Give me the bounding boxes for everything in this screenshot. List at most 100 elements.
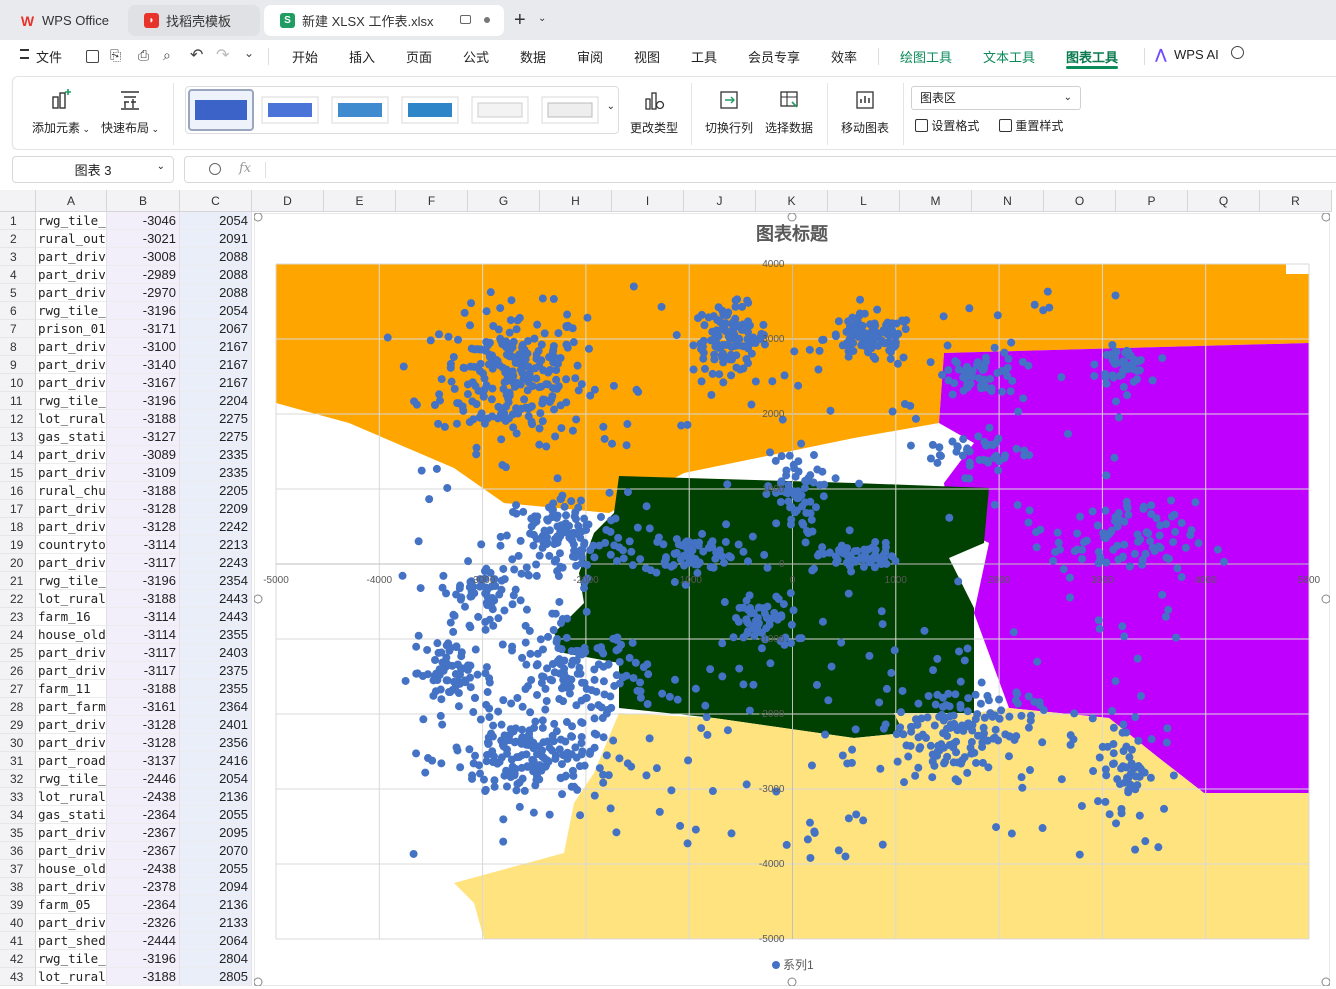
row-header[interactable]: 33 [0, 788, 36, 806]
cell-a[interactable]: countryto [36, 536, 107, 554]
cell-c[interactable]: 2403 [180, 644, 252, 662]
cell-b[interactable]: -2446 [107, 770, 180, 788]
cell-b[interactable]: -2326 [107, 914, 180, 932]
menu-home[interactable]: 开始 [292, 47, 318, 66]
cell-b[interactable]: -2367 [107, 824, 180, 842]
tab-wps-office[interactable]: W WPS Office [4, 5, 124, 36]
column-header-h[interactable]: H [540, 190, 612, 212]
cell-b[interactable]: -3128 [107, 734, 180, 752]
cell-c[interactable]: 2213 [180, 536, 252, 554]
menu-data[interactable]: 数据 [520, 47, 546, 66]
column-header-r[interactable]: R [1260, 190, 1332, 212]
cell-a[interactable]: rwg_tile_ [36, 770, 107, 788]
cell-a[interactable]: part_driv [36, 878, 107, 896]
cell-c[interactable]: 2443 [180, 590, 252, 608]
menu-insert[interactable]: 插入 [349, 47, 375, 66]
column-header-b[interactable]: B [107, 190, 180, 212]
cell-a[interactable]: rwg_tile_ [36, 950, 107, 968]
cell-b[interactable]: -3188 [107, 680, 180, 698]
row-header[interactable]: 37 [0, 860, 36, 878]
cell-a[interactable]: part_road [36, 752, 107, 770]
cell-a[interactable]: house_old [36, 860, 107, 878]
cell-b[interactable]: -3117 [107, 662, 180, 680]
cell-b[interactable]: -2444 [107, 932, 180, 950]
cell-a[interactable]: farm_16 [36, 608, 107, 626]
cell-b[interactable]: -3089 [107, 446, 180, 464]
column-header-p[interactable]: P [1116, 190, 1188, 212]
cell-a[interactable]: rwg_tile_ [36, 212, 107, 230]
cell-a[interactable]: part_driv [36, 446, 107, 464]
cell-b[interactable]: -3196 [107, 392, 180, 410]
row-header[interactable]: 23 [0, 608, 36, 626]
cell-a[interactable]: prison_01 [36, 320, 107, 338]
cell-c[interactable]: 2242 [180, 518, 252, 536]
column-header-c[interactable]: C [180, 190, 252, 212]
cell-b[interactable]: -2378 [107, 878, 180, 896]
row-header[interactable]: 26 [0, 662, 36, 680]
cell-b[interactable]: -2367 [107, 842, 180, 860]
cell-b[interactable]: -3021 [107, 230, 180, 248]
cell-c[interactable]: 2335 [180, 464, 252, 482]
cell-b[interactable]: -3100 [107, 338, 180, 356]
cell-a[interactable]: part_driv [36, 248, 107, 266]
cell-a[interactable]: house_old [36, 626, 107, 644]
cell-b[interactable]: -3127 [107, 428, 180, 446]
cell-b[interactable]: -2364 [107, 806, 180, 824]
quick-layout-button[interactable]: 快速布局 ⌄ [99, 87, 161, 136]
cell-a[interactable]: part_driv [36, 554, 107, 572]
row-header[interactable]: 22 [0, 590, 36, 608]
more-chevron-icon[interactable]: ⌄ [244, 46, 254, 60]
row-header[interactable]: 17 [0, 500, 36, 518]
cell-a[interactable]: part_driv [36, 914, 107, 932]
cell-b[interactable]: -3161 [107, 698, 180, 716]
cell-b[interactable]: -3196 [107, 572, 180, 590]
cell-b[interactable]: -3140 [107, 356, 180, 374]
row-header[interactable]: 34 [0, 806, 36, 824]
row-header[interactable]: 3 [0, 248, 36, 266]
cell-b[interactable]: -3128 [107, 500, 180, 518]
row-header[interactable]: 10 [0, 374, 36, 392]
cell-a[interactable]: gas_stati [36, 806, 107, 824]
cell-a[interactable]: part_driv [36, 824, 107, 842]
row-header[interactable]: 14 [0, 446, 36, 464]
cell-b[interactable]: -3008 [107, 248, 180, 266]
menu-page[interactable]: 页面 [406, 47, 432, 66]
row-header[interactable]: 4 [0, 266, 36, 284]
cell-c[interactable]: 2167 [180, 338, 252, 356]
hamburger-icon[interactable] [20, 49, 29, 59]
cell-c[interactable]: 2375 [180, 662, 252, 680]
row-header[interactable]: 11 [0, 392, 36, 410]
cell-a[interactable]: part_driv [36, 518, 107, 536]
cell-c[interactable]: 2364 [180, 698, 252, 716]
chevron-down-icon[interactable]: ⌄ [538, 13, 546, 24]
cell-a[interactable]: lot_rural [36, 590, 107, 608]
chart-style-thumbnails[interactable] [186, 87, 616, 133]
cell-c[interactable]: 2275 [180, 410, 252, 428]
cell-c[interactable]: 2070 [180, 842, 252, 860]
switch-row-column-button[interactable]: 切换行列 [701, 87, 757, 136]
tab-spreadsheet[interactable]: S 新建 XLSX 工作表.xlsx [264, 5, 504, 36]
cell-b[interactable]: -3114 [107, 536, 180, 554]
row-header[interactable]: 20 [0, 554, 36, 572]
menu-drawing-tools[interactable]: 绘图工具 [900, 47, 952, 66]
row-header[interactable]: 19 [0, 536, 36, 554]
row-header[interactable]: 21 [0, 572, 36, 590]
cell-a[interactable]: farm_05 [36, 896, 107, 914]
cell-c[interactable]: 2136 [180, 788, 252, 806]
cell-a[interactable]: lot_rural [36, 968, 107, 986]
row-header[interactable]: 29 [0, 716, 36, 734]
cell-b[interactable]: -3109 [107, 464, 180, 482]
cell-c[interactable]: 2443 [180, 608, 252, 626]
column-header-k[interactable]: K [756, 190, 828, 212]
cell-c[interactable]: 2095 [180, 824, 252, 842]
row-header[interactable]: 38 [0, 878, 36, 896]
cell-a[interactable]: part_driv [36, 734, 107, 752]
select-all-corner[interactable] [0, 190, 36, 212]
column-header-q[interactable]: Q [1188, 190, 1260, 212]
menu-tools[interactable]: 工具 [691, 47, 717, 66]
cell-c[interactable]: 2209 [180, 500, 252, 518]
cell-c[interactable]: 2167 [180, 374, 252, 392]
column-header-n[interactable]: N [972, 190, 1044, 212]
menu-text-tools[interactable]: 文本工具 [983, 47, 1035, 66]
cell-a[interactable]: part_driv [36, 662, 107, 680]
